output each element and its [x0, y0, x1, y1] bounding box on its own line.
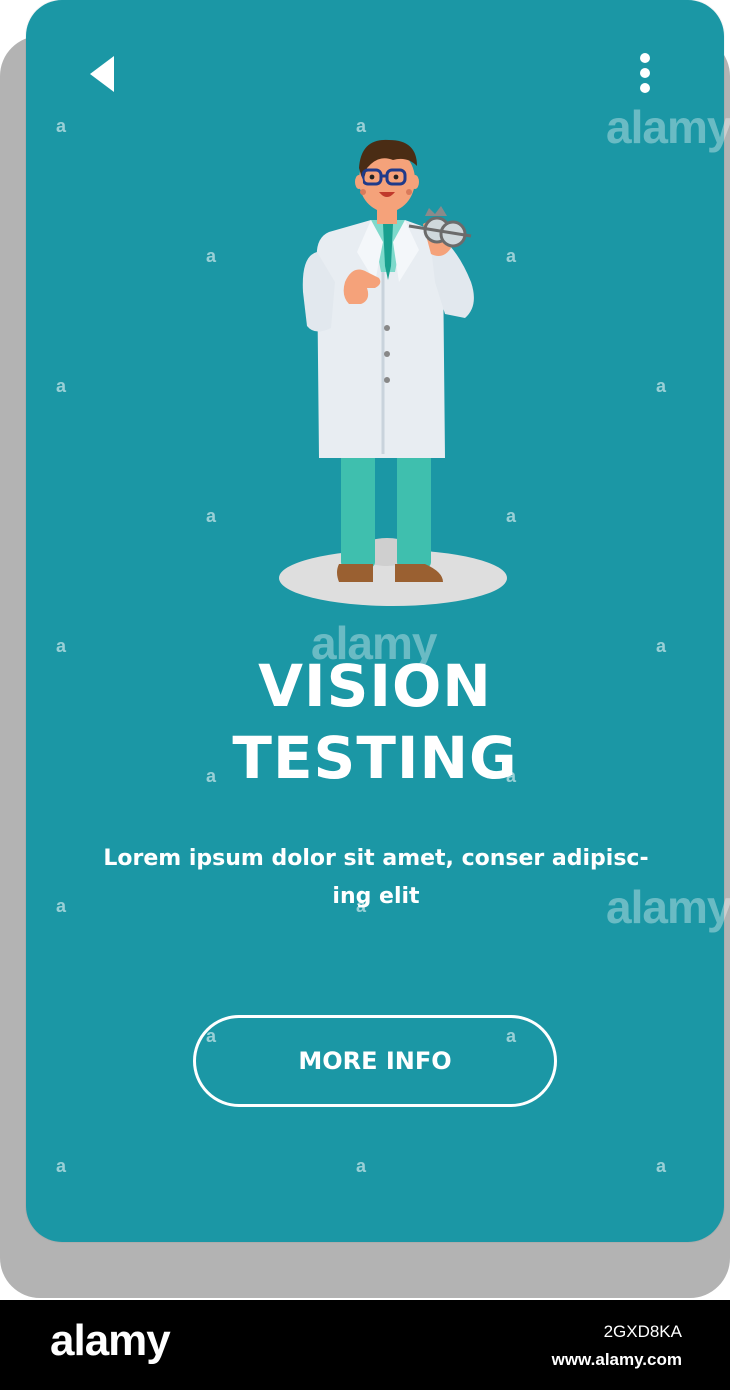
- page-title: VISION TESTING: [26, 650, 724, 794]
- description-text: Lorem ipsum dolor sit amet, conser adipi…: [76, 840, 676, 916]
- description-line-1: Lorem ipsum dolor sit amet, conser adipi…: [103, 846, 649, 871]
- title-line-1: VISION: [258, 652, 492, 720]
- footer-bar: alamy 2GXD8KA www.alamy.com: [0, 1300, 730, 1390]
- more-info-label: MORE INFO: [298, 1047, 452, 1075]
- footer-logo: alamy: [50, 1316, 171, 1365]
- back-button[interactable]: [90, 56, 114, 92]
- back-arrow-icon: [90, 56, 114, 92]
- description-line-2: ing elit: [332, 884, 420, 909]
- menu-button[interactable]: [630, 52, 660, 96]
- footer-url: www.alamy.com: [551, 1350, 682, 1369]
- optometrist-illustration: [275, 132, 515, 608]
- kebab-menu-icon: [640, 53, 650, 93]
- image-id: 2GXD8KA: [603, 1322, 682, 1341]
- more-info-button[interactable]: MORE INFO: [193, 1015, 557, 1107]
- title-line-2: TESTING: [232, 724, 518, 792]
